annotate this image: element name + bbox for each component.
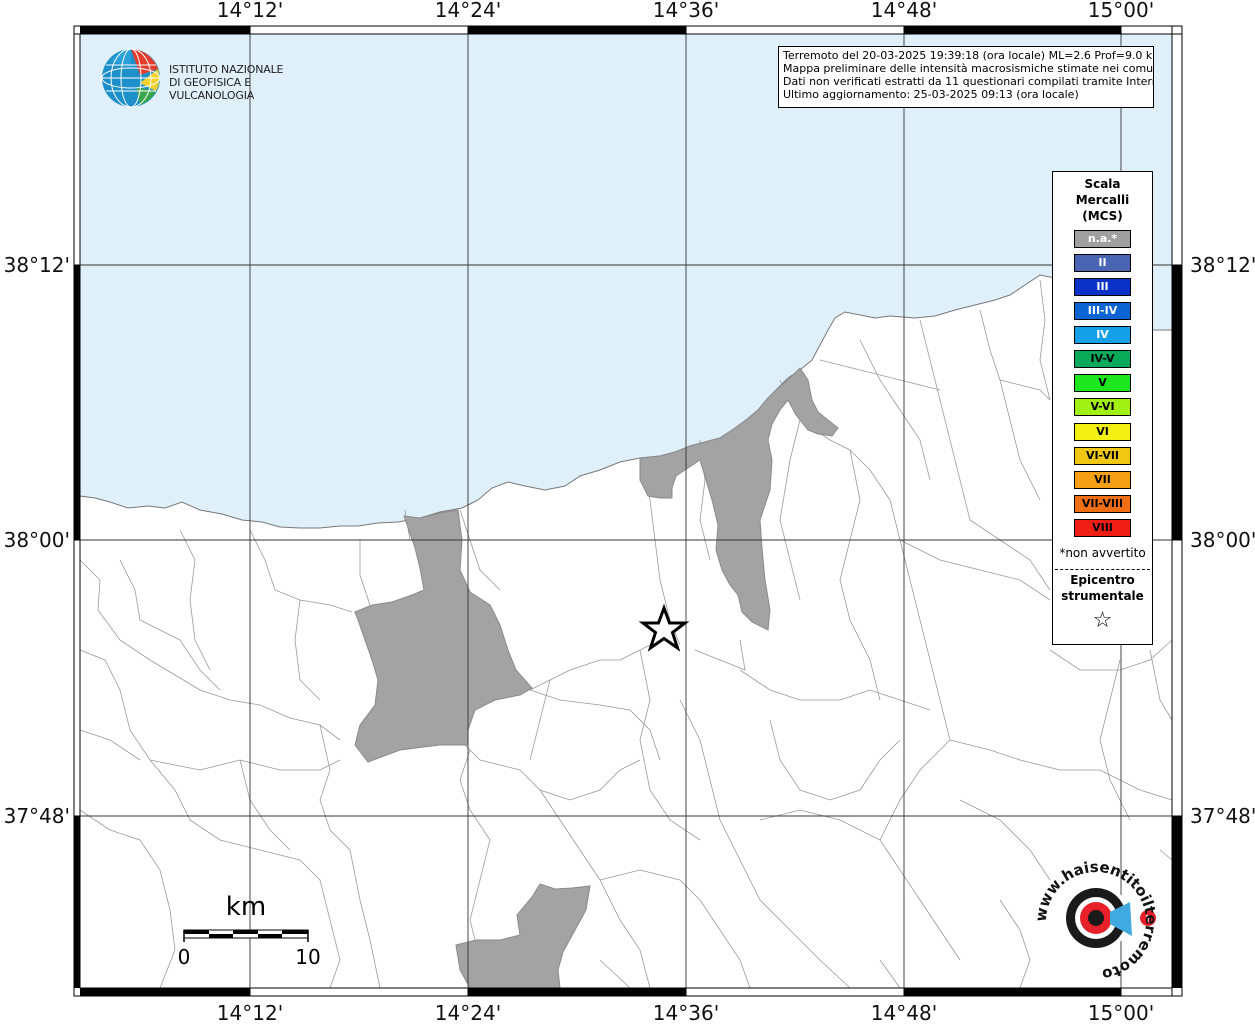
lon-label: 14°48' [871, 1001, 937, 1024]
legend-swatch: IV [1074, 326, 1131, 344]
legend-star-icon: ☆ [1092, 608, 1113, 633]
legend-swatch: VII-VIII [1074, 495, 1131, 513]
legend-divider [1055, 569, 1150, 570]
scale-end: 10 [295, 945, 320, 969]
legend-swatch: II [1074, 254, 1131, 272]
info-line: Ultimo aggiornamento: 25-03-2025 09:13 (… [783, 88, 1079, 101]
latitude-labels-left: 38°12' 38°00' 37°48' [4, 253, 70, 828]
scale-start: 0 [178, 945, 191, 969]
legend-epicenter-line: strumentale [1061, 589, 1144, 603]
intensity-legend: Scala Mercalli (MCS) n.a.* II III III-IV… [1052, 171, 1153, 645]
ingv-name: ISTITUTO NAZIONALE DI GEOFISICA E VULCAN… [169, 63, 310, 102]
lat-label: 38°12' [4, 253, 70, 277]
legend-swatch: V [1074, 374, 1131, 392]
ingv-logo: ISTITUTO NAZIONALE DI GEOFISICA E VULCAN… [100, 47, 310, 111]
scale-unit: km [226, 892, 266, 922]
lat-label: 38°00' [1190, 528, 1255, 552]
longitude-labels-bottom: 14°12' 14°24' 14°36' 14°48' 15°00' [217, 1001, 1154, 1024]
lon-label: 14°36' [653, 1001, 719, 1024]
legend-epicenter-line: Epicentro [1070, 573, 1135, 587]
legend-title: Scala Mercalli (MCS) [1053, 176, 1152, 224]
lat-label: 38°00' [4, 528, 70, 552]
legend-title-line: Scala [1084, 177, 1121, 191]
legend-epicenter-label: Epicentro strumentale [1053, 572, 1152, 604]
longitude-labels-top: 14°12' 14°24' 14°36' 14°48' 15°00' [217, 0, 1154, 22]
lon-label: 14°36' [653, 0, 719, 22]
legend-title-line: (MCS) [1082, 209, 1123, 223]
lon-label: 15°00' [1088, 1001, 1154, 1024]
legend-swatch: IV-V [1074, 350, 1131, 368]
haisentito-logo: ? www.haisentitoilterremoto.it [1026, 844, 1162, 984]
legend-swatch: n.a.* [1074, 230, 1131, 248]
lat-label: 38°12' [1190, 253, 1255, 277]
ingv-name-line2: DI GEOFISICA E VULCANOLOGIA [169, 76, 255, 102]
info-line: Mappa preliminare delle intensità macros… [783, 62, 1154, 75]
legend-note: *non avvertito [1059, 546, 1146, 560]
legend-swatch: III-IV [1074, 302, 1131, 320]
legend-swatch: VI-VII [1074, 447, 1131, 465]
legend-swatch: III [1074, 278, 1131, 296]
earthquake-info-box: Terremoto del 20-03-2025 19:39:18 (ora l… [778, 46, 1154, 108]
lon-label: 14°12' [217, 1001, 283, 1024]
lon-label: 14°24' [435, 0, 501, 22]
legend-swatch: VI [1074, 423, 1131, 441]
lon-label: 14°48' [871, 0, 937, 22]
target-logo-icon: ? www.haisentitoilterremoto.it [1026, 844, 1160, 984]
lat-label: 37°48' [4, 804, 70, 828]
lat-label: 37°48' [1190, 804, 1255, 828]
ingv-name-line1: ISTITUTO NAZIONALE [169, 63, 284, 76]
latitude-labels-right: 38°12' 38°00' 37°48' [1190, 253, 1255, 828]
lon-label: 14°24' [435, 1001, 501, 1024]
legend-swatch: VII [1074, 471, 1131, 489]
info-line: Dati non verificati estratti da 11 quest… [783, 75, 1154, 88]
globe-logo-icon [101, 48, 161, 108]
lon-label: 14°12' [217, 0, 283, 22]
lon-label: 15°00' [1088, 0, 1154, 22]
info-line: Terremoto del 20-03-2025 19:39:18 (ora l… [783, 49, 1154, 62]
legend-swatch: VIII [1074, 519, 1131, 537]
legend-title-line: Mercalli [1075, 193, 1130, 207]
legend-swatch: V-VI [1074, 398, 1131, 416]
